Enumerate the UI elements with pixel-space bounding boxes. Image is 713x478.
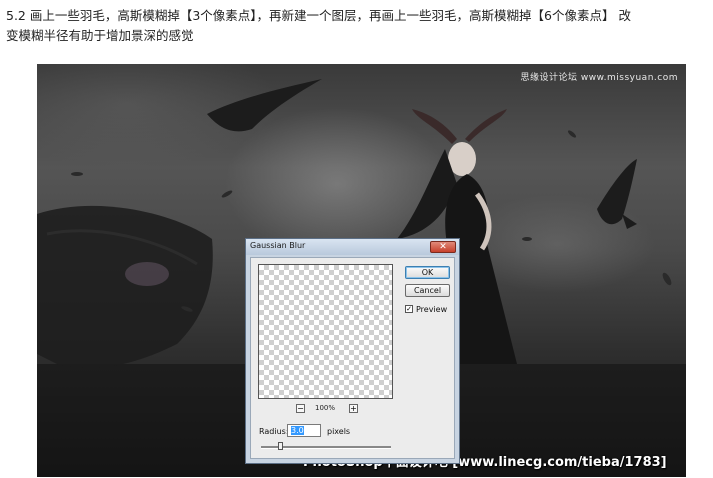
zoom-level: 100% bbox=[315, 404, 336, 412]
gaussian-blur-dialog: Gaussian Blur ✕ − 100% + OK Cancel ✓ Pre… bbox=[245, 238, 460, 464]
radius-input[interactable]: 3.0 bbox=[287, 424, 321, 437]
preview-checkbox[interactable]: ✓ bbox=[405, 305, 413, 313]
close-button[interactable]: ✕ bbox=[430, 241, 456, 253]
caption-line-1: 5.2 画上一些羽毛，高斯模糊掉【3个像素点】，再新建一个图层，再画上一些羽毛，… bbox=[6, 8, 631, 23]
zoom-in-button[interactable]: + bbox=[349, 404, 358, 413]
blur-preview-canvas[interactable] bbox=[258, 264, 393, 399]
radius-label: Radius: bbox=[259, 427, 289, 436]
caption-line-2: 变模糊半径有助于增加景深的感觉 bbox=[6, 28, 194, 43]
zoom-out-button[interactable]: − bbox=[296, 404, 305, 413]
ok-button[interactable]: OK bbox=[405, 266, 450, 279]
cancel-button[interactable]: Cancel bbox=[405, 284, 450, 297]
checkmark-icon: ✓ bbox=[406, 305, 412, 313]
radius-unit-label: pixels bbox=[327, 427, 351, 436]
dialog-titlebar[interactable]: Gaussian Blur ✕ bbox=[246, 239, 459, 255]
close-icon: ✕ bbox=[439, 242, 447, 252]
site-logo: 思缘设计论坛 www.missyuan.com bbox=[520, 73, 678, 83]
tutorial-caption: 5.2 画上一些羽毛，高斯模糊掉【3个像素点】，再新建一个图层，再画上一些羽毛，… bbox=[6, 6, 710, 46]
dialog-body: − 100% + OK Cancel ✓ Preview Radius: 3.0… bbox=[250, 257, 455, 459]
dialog-title: Gaussian Blur bbox=[250, 241, 306, 250]
preview-label: Preview bbox=[416, 305, 448, 314]
radius-value: 3.0 bbox=[291, 426, 304, 435]
radius-slider-thumb[interactable] bbox=[278, 442, 283, 450]
